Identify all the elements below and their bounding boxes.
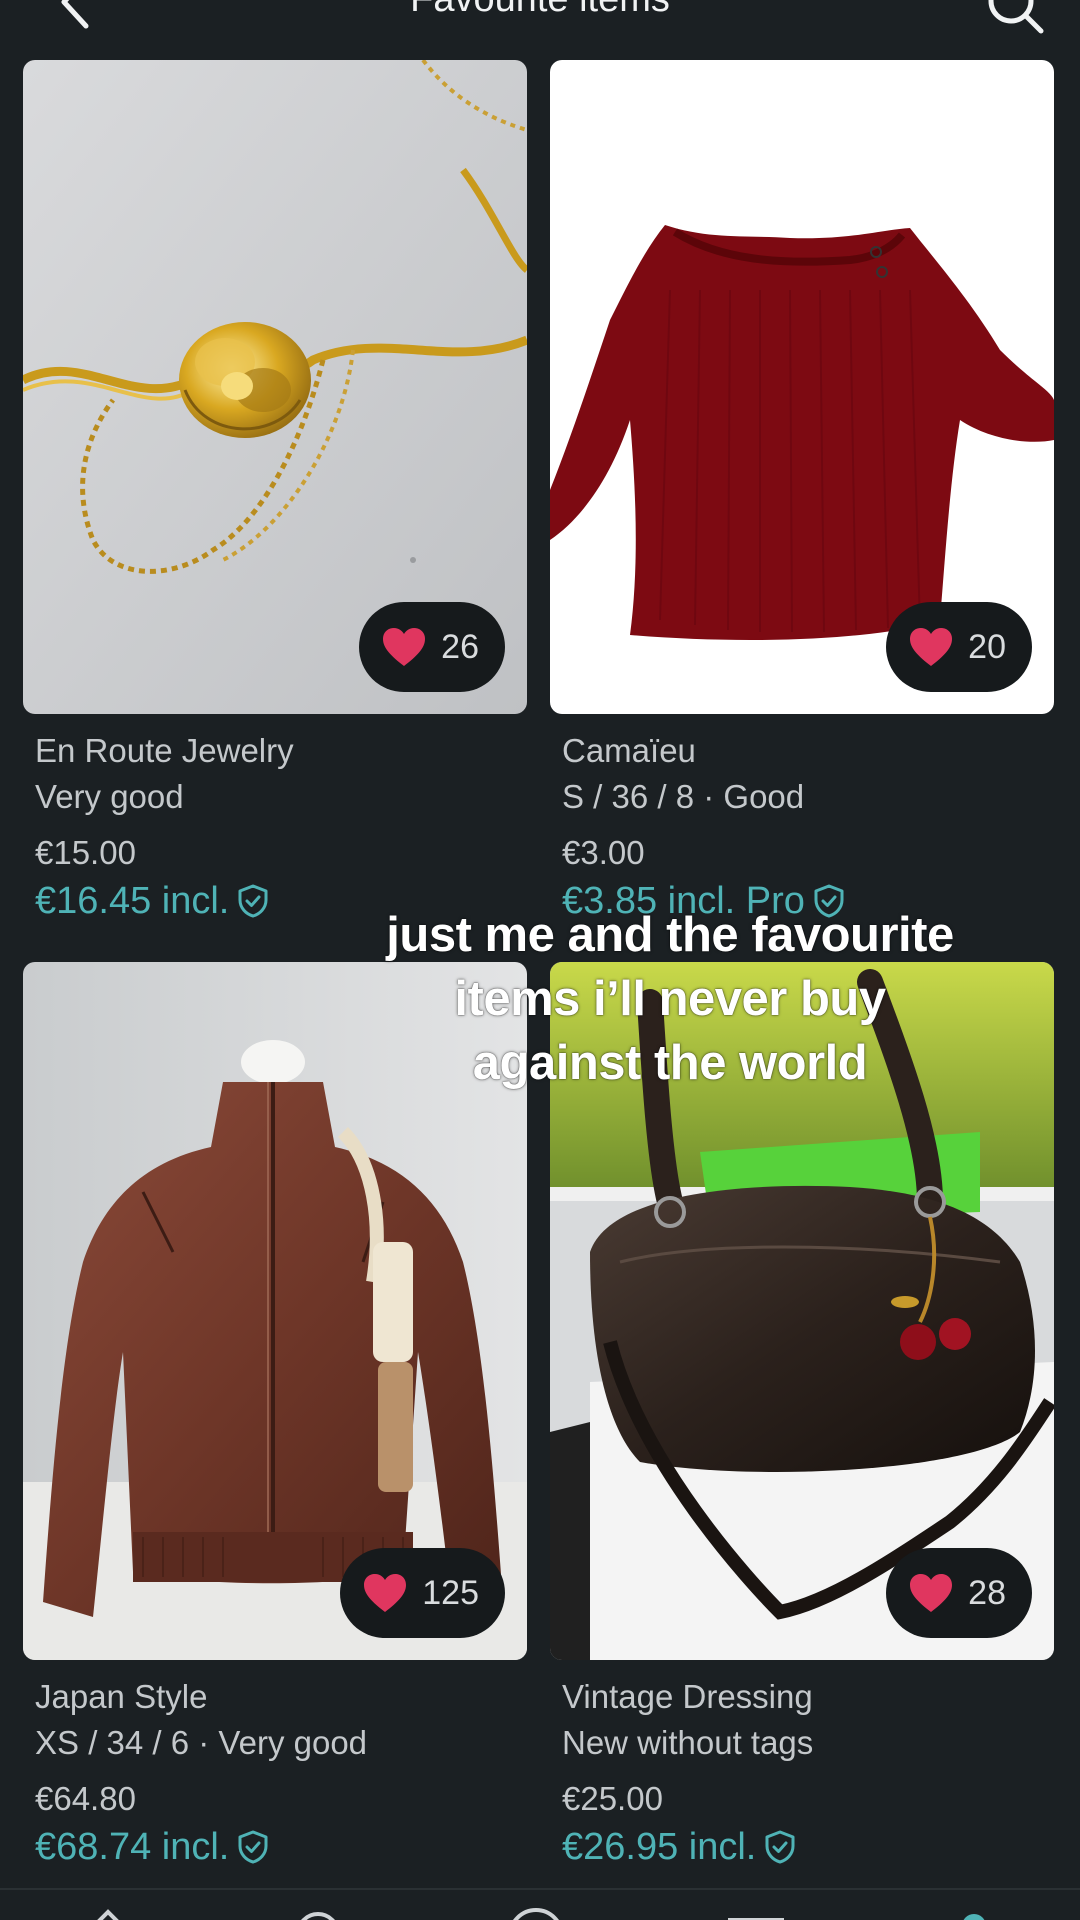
item-price-incl-label: €68.74 incl. (35, 1826, 230, 1868)
item-details: XS / 34 / 6 · Very good (35, 1724, 368, 1761)
top-bar: Favourite items (0, 0, 1080, 60)
item-brand: En Route Jewelry (35, 732, 294, 769)
item-price: €3.00 (562, 834, 645, 871)
item-brand: Camaïeu (562, 732, 696, 769)
item-price-incl-label: €16.45 incl. (35, 880, 230, 922)
item-details: S / 36 / 8 · Good (562, 778, 805, 815)
caption-line: against the world (472, 1036, 868, 1090)
sell-icon[interactable] (506, 1904, 566, 1920)
search-icon (988, 0, 1044, 34)
favourite-count: 28 (968, 1573, 1006, 1612)
favourite-button[interactable]: 20 (886, 602, 1032, 692)
search-button[interactable] (980, 0, 1050, 40)
home-icon[interactable] (78, 1904, 138, 1920)
item-details: New without tags (562, 1724, 814, 1761)
item-price: €15.00 (35, 834, 136, 871)
overlay-caption: just me and the favourite items i’ll nev… (290, 903, 1050, 1095)
item-card[interactable]: 26 En Route Jewelry Very good €15.00 €16… (23, 60, 527, 926)
item-card[interactable]: 28 Vintage Dressing New without tags €25… (550, 962, 1054, 1872)
heart-icon (910, 628, 953, 666)
heart-icon (910, 1574, 953, 1612)
inbox-icon[interactable] (726, 1904, 786, 1920)
item-info: Vintage Dressing New without tags €25.00… (550, 1674, 1054, 1872)
item-card[interactable]: 125 Japan Style XS / 34 / 6 · Very good … (23, 962, 527, 1872)
bottom-tab-bar (0, 1888, 1080, 1920)
favourite-count: 125 (422, 1573, 479, 1612)
item-photo[interactable]: 26 (23, 60, 527, 714)
item-info: En Route Jewelry Very good €15.00 €16.45… (23, 728, 527, 926)
shield-check-icon (238, 1830, 268, 1864)
favourite-button[interactable]: 125 (340, 1548, 505, 1638)
app-screen: Favourite items (0, 0, 1080, 1920)
item-price-incl[interactable]: €26.95 incl. (562, 1822, 1054, 1872)
item-price: €25.00 (562, 1780, 663, 1817)
shield-check-icon (765, 1830, 795, 1864)
item-info: Camaïeu S / 36 / 8 · Good €3.00 €3.85 in… (550, 728, 1054, 926)
item-price-incl[interactable]: €68.74 incl. (35, 1822, 527, 1872)
caption-line: just me and the favourite (386, 908, 954, 962)
profile-icon[interactable] (944, 1904, 1004, 1920)
heart-icon (383, 628, 426, 666)
favourite-count: 20 (968, 627, 1006, 666)
item-price-incl-label: €26.95 incl. (562, 1826, 757, 1868)
page-title: Favourite items (0, 0, 1080, 21)
item-info: Japan Style XS / 34 / 6 · Very good €64.… (23, 1674, 527, 1872)
item-card[interactable]: 20 Camaïeu S / 36 / 8 · Good €3.00 €3.85… (550, 60, 1054, 926)
favourite-count: 26 (441, 627, 479, 666)
caption-line: items i’ll never buy (454, 972, 886, 1026)
item-price: €64.80 (35, 1780, 136, 1817)
favourite-button[interactable]: 28 (886, 1548, 1032, 1638)
item-details: Very good (35, 778, 184, 815)
shield-check-icon (238, 884, 268, 918)
item-photo[interactable]: 20 (550, 60, 1054, 714)
item-brand: Vintage Dressing (562, 1678, 813, 1715)
item-brand: Japan Style (35, 1678, 208, 1715)
search-tab-icon[interactable] (288, 1904, 348, 1920)
heart-icon (364, 1574, 407, 1612)
favourite-button[interactable]: 26 (359, 602, 505, 692)
